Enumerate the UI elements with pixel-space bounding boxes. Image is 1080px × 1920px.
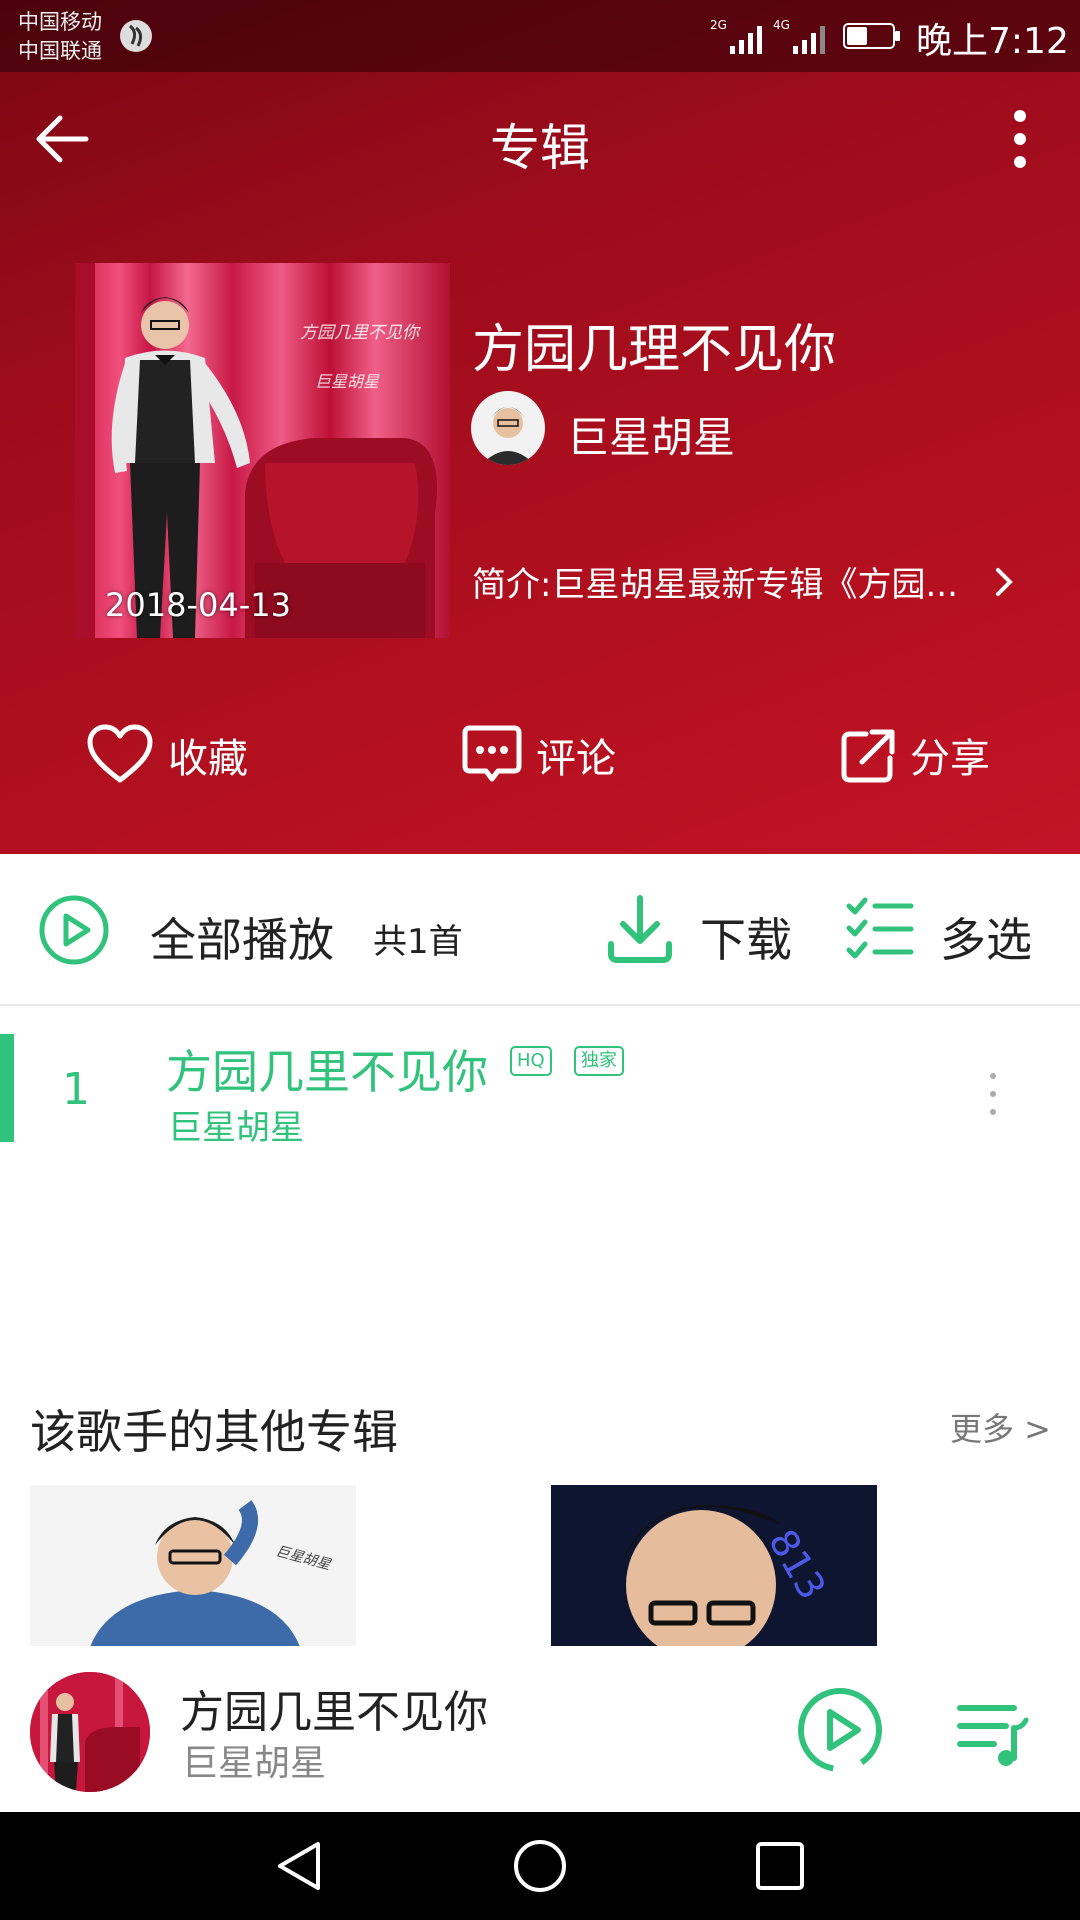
download-icon[interactable]: [605, 892, 675, 966]
artist-avatar-image: [471, 391, 545, 465]
album-header: 中国移动 中国联通 2G 4G 晚上7:12 专辑 方园几里不见你 巨星胡星 2…: [0, 0, 1080, 854]
top-app-bar: 专辑: [0, 72, 1080, 208]
song-list-item[interactable]: 1 方园几里不见你 HQ 独家 巨星胡星: [0, 1006, 1080, 1148]
mini-player-artist: 巨星胡星: [182, 1743, 327, 1784]
nav-back-icon[interactable]: [272, 1838, 328, 1894]
album-thumbnail[interactable]: 巨星胡星: [30, 1485, 356, 1647]
mini-player-cover-image: [30, 1672, 150, 1792]
playlist-icon[interactable]: [956, 1698, 1030, 1768]
page-title: 专辑: [490, 119, 590, 177]
share-label: 分享: [910, 736, 990, 782]
favorite-label: 收藏: [168, 736, 248, 782]
mini-player-title: 方园几里不见你: [180, 1687, 488, 1738]
signal-4g-icon: 4G: [773, 18, 825, 54]
cover-text-artist: 巨星胡星: [315, 372, 380, 391]
comment-icon: [462, 725, 522, 782]
hq-badge: HQ: [510, 1046, 552, 1076]
battery-icon: [843, 23, 900, 49]
release-date: 2018-04-13: [105, 586, 291, 624]
share-button[interactable]: 分享: [840, 710, 990, 800]
multi-select-button[interactable]: 多选: [940, 904, 1032, 970]
nav-recents-icon[interactable]: [752, 1838, 808, 1894]
mini-player[interactable]: 方园几里不见你 巨星胡星: [0, 1646, 1080, 1812]
carrier-1: 中国移动: [18, 10, 102, 34]
song-list-toolbar: 全部播放 共1首 下载 多选: [0, 854, 1080, 1006]
chevron-right-icon[interactable]: [990, 562, 1018, 602]
signal-2g-label: 2G: [710, 18, 727, 32]
exclusive-badge: 独家: [574, 1046, 624, 1076]
album-thumbnail-image: 813: [551, 1485, 877, 1647]
artist-avatar[interactable]: [471, 391, 545, 465]
signal-4g-label: 4G: [773, 18, 790, 32]
play-icon[interactable]: [796, 1686, 884, 1774]
album-cover[interactable]: 方园几里不见你 巨星胡星 2018-04-13: [75, 263, 450, 638]
song-title: 方园几里不见你: [166, 1045, 488, 1099]
play-all-button[interactable]: 全部播放: [150, 904, 334, 970]
heart-icon: [87, 724, 153, 783]
comment-label: 评论: [536, 736, 616, 782]
cover-text-title: 方园几里不见你: [300, 323, 419, 343]
status-time: 晚上7:12: [916, 21, 1069, 62]
hd-call-icon: [120, 20, 152, 52]
more-vertical-icon[interactable]: [982, 1064, 1004, 1124]
song-index: 1: [62, 1064, 90, 1115]
album-actions: 收藏 评论 分享: [0, 710, 1080, 800]
signal-2g-icon: 2G: [710, 18, 762, 54]
play-circle-icon[interactable]: [38, 894, 110, 966]
album-title: 方园几理不见你: [472, 320, 837, 380]
album-intro[interactable]: 简介:巨星胡星最新专辑《方园...: [472, 557, 972, 606]
mini-player-cover[interactable]: [30, 1672, 150, 1792]
more-vertical-icon[interactable]: [990, 102, 1050, 176]
artist-name[interactable]: 巨星胡星: [567, 404, 735, 465]
song-artist: 巨星胡星: [168, 1108, 304, 1148]
system-nav-bar: [0, 1812, 1080, 1920]
status-bar: 中国移动 中国联通 2G 4G 晚上7:12: [0, 0, 1080, 72]
song-count: 共1首: [373, 922, 463, 962]
share-icon: [841, 729, 895, 783]
checklist-icon[interactable]: [845, 896, 915, 962]
favorite-button[interactable]: 收藏: [86, 710, 248, 800]
nav-home-icon[interactable]: [512, 1838, 568, 1894]
carrier-info: 中国移动 中国联通: [18, 8, 102, 66]
comment-button[interactable]: 评论: [462, 710, 616, 800]
album-thumbnail-image: 巨星胡星: [30, 1485, 356, 1647]
other-albums-heading: 该歌手的其他专辑: [30, 1405, 398, 1459]
now-playing-indicator: [0, 1034, 14, 1142]
download-button[interactable]: 下载: [700, 904, 792, 970]
carrier-2: 中国联通: [18, 39, 102, 63]
more-albums-link[interactable]: 更多 >: [950, 1404, 1051, 1450]
album-thumbnail[interactable]: 813: [551, 1485, 877, 1647]
